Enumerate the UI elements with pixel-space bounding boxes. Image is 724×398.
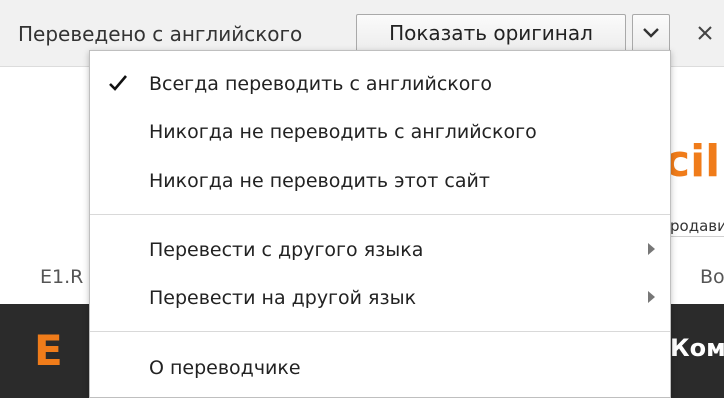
chevron-down-icon <box>643 28 659 38</box>
site-link-fragment[interactable]: E1.R <box>40 266 83 288</box>
menu-item-label: Перевести на другой язык <box>149 287 417 309</box>
submenu-arrow-icon <box>648 243 655 255</box>
translate-status-label: Переведено с английского <box>18 22 303 46</box>
site-brand-fragment: E <box>34 326 63 375</box>
menu-item-always-translate[interactable]: Всегда переводить с английского <box>90 65 670 103</box>
site-nav-fragment[interactable]: Во <box>700 266 724 288</box>
menu-separator <box>90 331 670 332</box>
menu-item-translate-to-other[interactable]: Перевести на другой язык <box>90 279 670 317</box>
menu-item-label: Никогда не переводить этот сайт <box>149 170 490 192</box>
submenu-arrow-icon <box>648 291 655 303</box>
menu-item-label: Перевести с другого языка <box>149 239 424 261</box>
close-icon <box>698 26 712 40</box>
menu-item-about-translator[interactable]: О переводчике <box>90 349 670 387</box>
menu-separator <box>90 214 670 215</box>
menu-item-label: Никогда не переводить с английского <box>149 121 537 143</box>
translate-options-button[interactable] <box>632 14 670 52</box>
menu-item-translate-from-other[interactable]: Перевести с другого языка <box>90 231 670 269</box>
menu-item-never-translate-language[interactable]: Никогда не переводить с английского <box>90 113 670 151</box>
show-original-button[interactable]: Показать оригинал <box>356 14 626 52</box>
menu-item-label: Всегда переводить с английского <box>149 73 492 95</box>
checkmark-icon <box>109 75 127 91</box>
site-divider <box>670 236 724 237</box>
site-subtitle-fragment: родави <box>670 217 724 235</box>
site-menu-fragment[interactable]: Комм <box>670 334 724 362</box>
menu-item-label: О переводчике <box>149 357 301 379</box>
translate-options-menu: Всегда переводить с английского Никогда … <box>89 50 671 398</box>
site-logo-fragment: cil <box>664 136 721 187</box>
close-translate-bar-button[interactable] <box>690 18 720 48</box>
menu-item-never-translate-site[interactable]: Никогда не переводить этот сайт <box>90 162 670 200</box>
